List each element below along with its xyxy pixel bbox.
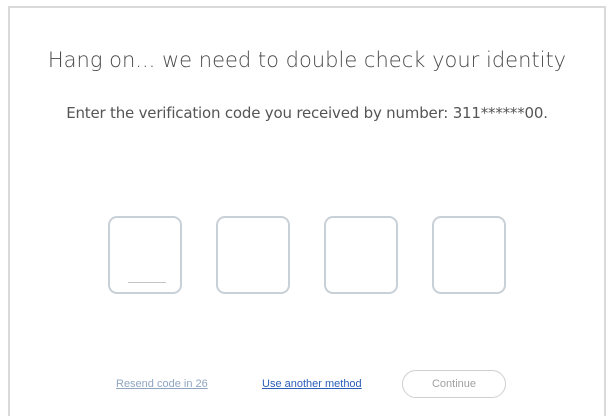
input-cursor-underline — [128, 282, 166, 283]
verification-instruction: Enter the verification code you received… — [66, 104, 548, 122]
code-digit-4-input[interactable] — [432, 216, 506, 294]
code-digit-2-input[interactable] — [216, 216, 290, 294]
continue-button[interactable]: Continue — [402, 370, 506, 398]
page-title: Hang on... we need to double check your … — [47, 48, 567, 72]
code-digit-3-input[interactable] — [324, 216, 398, 294]
action-footer: Resend code in 26 Use another method Con… — [10, 368, 604, 402]
use-another-method-link[interactable]: Use another method — [262, 378, 362, 390]
verification-card: Hang on... we need to double check your … — [8, 6, 606, 416]
code-input-group — [108, 216, 518, 298]
resend-code-link[interactable]: Resend code in 26 — [116, 378, 208, 390]
